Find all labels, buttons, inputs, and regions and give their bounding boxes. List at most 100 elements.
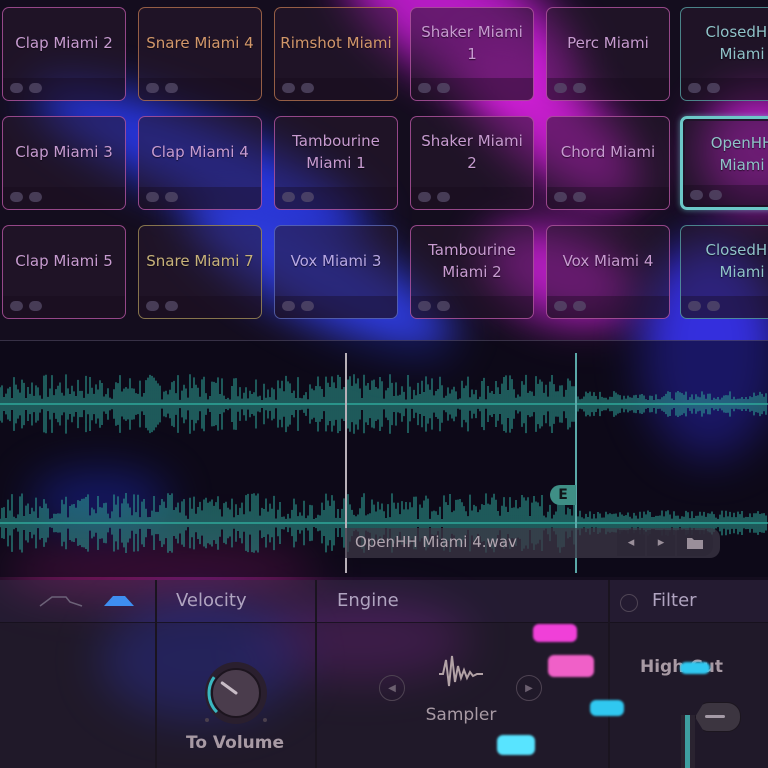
pad-label: ClosedHH Miami	[705, 241, 768, 281]
pad-label: Clap Miami 5	[15, 252, 113, 270]
engine-previous-button[interactable]: ◀	[379, 675, 405, 701]
pad-label: Vox Miami 3	[290, 252, 382, 270]
sample-pad[interactable]: ClosedHH Miami	[680, 225, 768, 319]
pad-mute-indicator[interactable]	[418, 83, 431, 93]
arrow-left-icon: ◀	[388, 683, 396, 694]
high-cut-slider-fill	[685, 715, 690, 768]
envelope-view-icon[interactable]	[38, 594, 84, 608]
pad-solo-indicator[interactable]	[573, 83, 586, 93]
pad-label: Perc Miami	[567, 34, 649, 52]
pad-mute-indicator[interactable]	[690, 190, 703, 200]
sample-file-name[interactable]: OpenHH Miami 4.wav	[355, 533, 517, 551]
sample-pad[interactable]: ClosedHH Miami	[680, 7, 768, 101]
chevron-left-icon: ◂	[627, 535, 635, 550]
sample-pad[interactable]: Snare Miami 4	[138, 7, 262, 101]
engine-panel	[317, 623, 608, 768]
pad-label: Clap Miami 2	[15, 34, 113, 52]
pad-solo-indicator[interactable]	[29, 192, 42, 202]
sample-file-bar: OpenHH Miami 4.wav ◂ ▸	[345, 528, 720, 558]
high-cut-slider-handle[interactable]	[695, 702, 741, 732]
pad-mute-indicator[interactable]	[688, 301, 701, 311]
pad-mute-indicator[interactable]	[146, 301, 159, 311]
to-volume-knob[interactable]	[203, 660, 269, 726]
pad-grid: Clap Miami 2 Snare Miami 4 Rimshot Miami Sh…	[0, 7, 768, 327]
pad-solo-indicator[interactable]	[437, 83, 450, 93]
pad-mute-indicator[interactable]	[282, 83, 295, 93]
pad-mute-indicator[interactable]	[554, 192, 567, 202]
sample-pad[interactable]: Shaker Miami 2	[410, 116, 534, 210]
pad-label: Tambourine Miami 2	[428, 241, 516, 281]
pad-mute-indicator[interactable]	[10, 301, 23, 311]
pad-solo-indicator[interactable]	[301, 301, 314, 311]
end-marker-flag[interactable]: E	[550, 485, 576, 505]
pad-label: OpenHH Miami	[710, 134, 768, 174]
pad-mute-indicator[interactable]	[418, 192, 431, 202]
pad-label: Rimshot Miami	[280, 34, 392, 52]
engine-title: Engine	[337, 590, 399, 611]
pad-label: Shaker Miami 2	[421, 132, 523, 172]
engine-mode-label: Sampler	[425, 705, 497, 725]
pad-solo-indicator[interactable]	[437, 192, 450, 202]
pad-mute-indicator[interactable]	[146, 192, 159, 202]
pad-label: Clap Miami 4	[151, 143, 249, 161]
pad-mute-indicator[interactable]	[282, 192, 295, 202]
sample-pad[interactable]: Clap Miami 3	[2, 116, 126, 210]
pad-mute-indicator[interactable]	[10, 83, 23, 93]
triangle-view-icon[interactable]	[102, 594, 136, 608]
filter-power-toggle[interactable]	[620, 594, 638, 612]
folder-icon	[687, 538, 703, 549]
pad-label: ClosedHH Miami	[705, 23, 768, 63]
pad-label: Clap Miami 3	[15, 143, 113, 161]
pad-mute-indicator[interactable]	[554, 301, 567, 311]
sample-pad[interactable]: Shaker Miami 1	[410, 7, 534, 101]
browse-folder-button[interactable]	[677, 530, 713, 556]
velocity-title: Velocity	[176, 590, 247, 611]
sample-pad[interactable]: Perc Miami	[546, 7, 670, 101]
sample-pad[interactable]: Vox Miami 4	[546, 225, 670, 319]
pad-mute-indicator[interactable]	[10, 192, 23, 202]
arrow-right-icon: ▶	[525, 683, 533, 694]
sample-pad[interactable]: Clap Miami 5	[2, 225, 126, 319]
engine-next-button[interactable]: ▶	[516, 675, 542, 701]
sample-pad[interactable]: Chord Miami	[546, 116, 670, 210]
next-sample-button[interactable]: ▸	[647, 530, 675, 556]
pad-solo-indicator[interactable]	[29, 301, 42, 311]
pad-solo-indicator[interactable]	[165, 301, 178, 311]
sample-pad[interactable]: Vox Miami 3	[274, 225, 398, 319]
sample-pad[interactable]: Snare Miami 7	[138, 225, 262, 319]
previous-sample-button[interactable]: ◂	[617, 530, 645, 556]
pad-mute-indicator[interactable]	[146, 83, 159, 93]
sample-pad[interactable]: OpenHH Miami	[680, 116, 768, 210]
filter-title: Filter	[652, 590, 697, 611]
pad-mute-indicator[interactable]	[418, 301, 431, 311]
pad-mute-indicator[interactable]	[282, 301, 295, 311]
sample-pad[interactable]: Tambourine Miami 2	[410, 225, 534, 319]
sample-pad[interactable]: Rimshot Miami	[274, 7, 398, 101]
pad-mute-indicator[interactable]	[688, 83, 701, 93]
pad-solo-indicator[interactable]	[709, 190, 722, 200]
pad-solo-indicator[interactable]	[29, 83, 42, 93]
pad-solo-indicator[interactable]	[707, 301, 720, 311]
pad-label: Shaker Miami 1	[421, 23, 523, 63]
pad-label: Tambourine Miami 1	[292, 132, 380, 172]
pad-solo-indicator[interactable]	[437, 301, 450, 311]
pad-label: Chord Miami	[560, 143, 656, 161]
pad-solo-indicator[interactable]	[301, 192, 314, 202]
pad-solo-indicator[interactable]	[165, 192, 178, 202]
chevron-right-icon: ▸	[657, 535, 665, 550]
to-volume-label: To Volume	[185, 733, 284, 753]
pad-label: Vox Miami 4	[562, 252, 654, 270]
sample-pad[interactable]: Clap Miami 2	[2, 7, 126, 101]
pad-solo-indicator[interactable]	[573, 301, 586, 311]
pad-mute-indicator[interactable]	[554, 83, 567, 93]
pad-solo-indicator[interactable]	[707, 83, 720, 93]
pad-label: Snare Miami 7	[146, 252, 254, 270]
high-cut-slider[interactable]	[681, 715, 695, 768]
pad-label: Snare Miami 4	[146, 34, 254, 52]
sampler-waveform-icon	[439, 655, 483, 687]
sample-pad[interactable]: Clap Miami 4	[138, 116, 262, 210]
pad-solo-indicator[interactable]	[301, 83, 314, 93]
pad-solo-indicator[interactable]	[165, 83, 178, 93]
sample-pad[interactable]: Tambourine Miami 1	[274, 116, 398, 210]
pad-solo-indicator[interactable]	[573, 192, 586, 202]
